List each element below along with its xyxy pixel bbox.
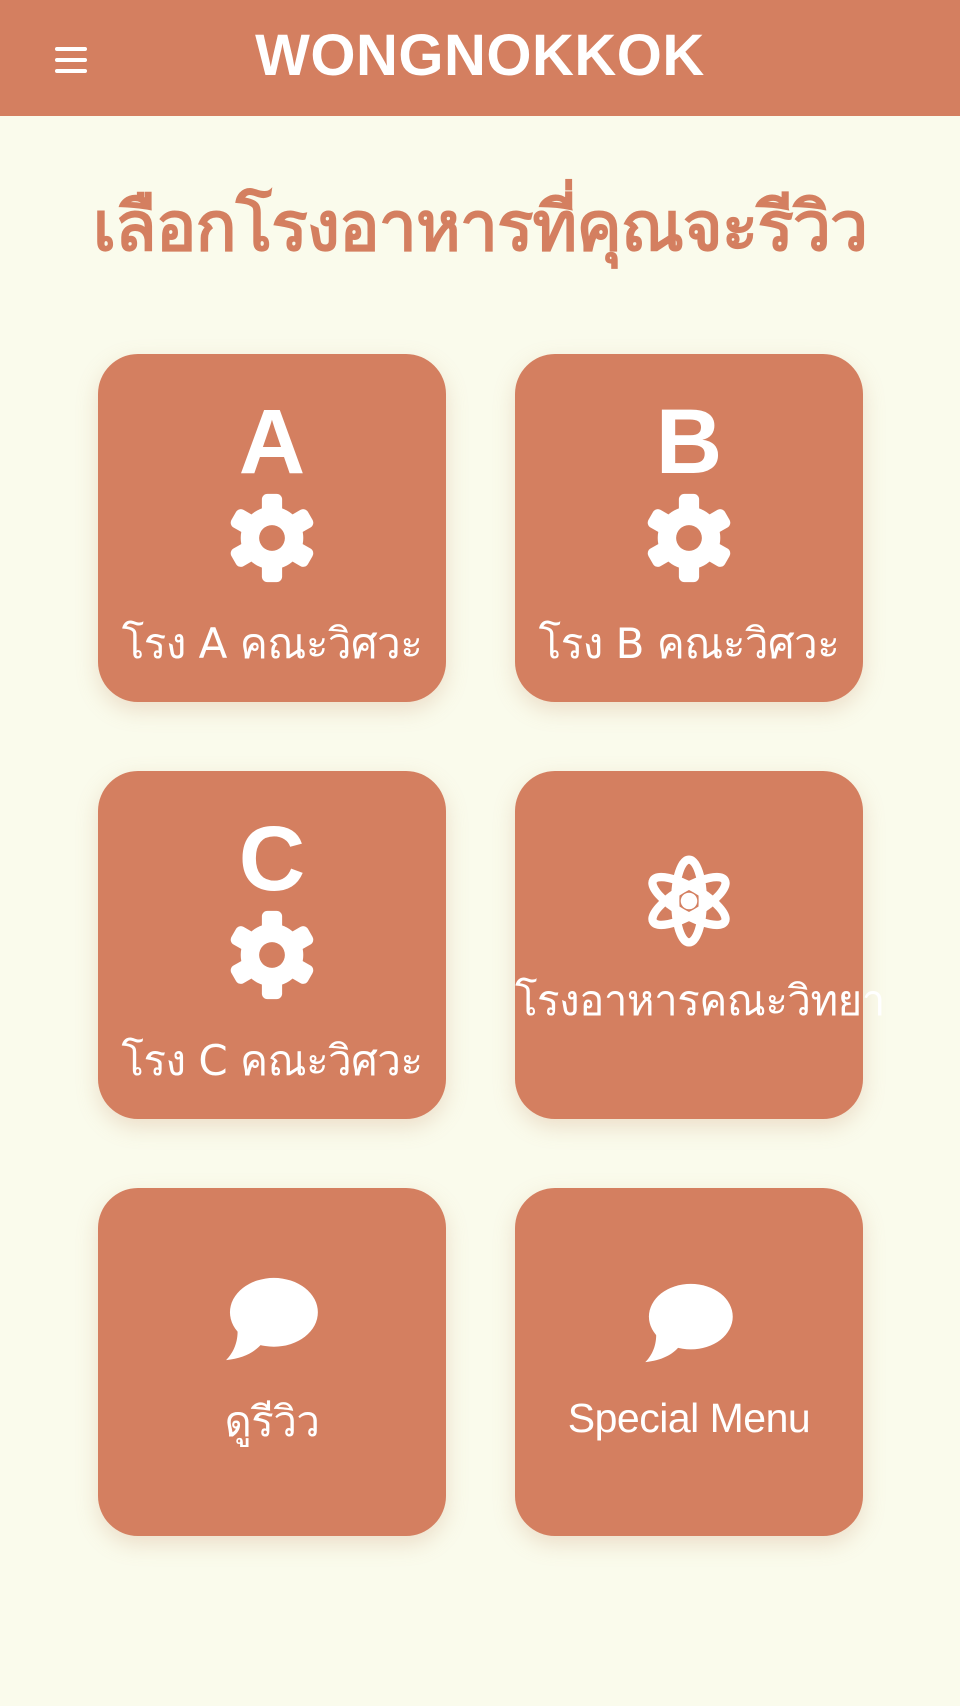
special-menu-card[interactable]: Special Menu xyxy=(515,1188,863,1536)
gear-icon xyxy=(98,492,446,584)
card-label: โรง B คณะวิศวะ xyxy=(538,619,840,668)
card-label: โรงอาหารคณะวิทยา xyxy=(515,976,885,1025)
speech-bubble-icon xyxy=(515,1282,863,1364)
card-letter: A xyxy=(238,391,306,493)
gear-icon xyxy=(515,492,863,584)
speech-bubble-icon xyxy=(98,1276,446,1362)
canteen-card-a[interactable]: A โรง A คณะวิศวะ xyxy=(98,354,446,702)
card-label: โรง A คณะวิศวะ xyxy=(121,619,423,668)
card-letter: C xyxy=(238,808,306,910)
canteen-card-science[interactable]: โรงอาหารคณะวิทยา xyxy=(515,771,885,1119)
atom-icon xyxy=(515,853,863,949)
page-title: เลือกโรงอาหารที่คุณจะรีวิว xyxy=(92,188,868,267)
canteen-card-c[interactable]: C โรง C คณะวิศวะ xyxy=(98,771,446,1119)
app-header: WONGNOKKOK xyxy=(0,0,960,116)
view-reviews-card[interactable]: ดูรีวิว xyxy=(98,1188,446,1536)
card-label: ดูรีวิว xyxy=(224,1397,320,1446)
gear-icon xyxy=(98,909,446,1001)
card-letter: B xyxy=(655,391,723,493)
canteen-card-b[interactable]: B โรง B คณะวิศวะ xyxy=(515,354,863,702)
app-title: WONGNOKKOK xyxy=(255,23,705,88)
card-label: โรง C คณะวิศวะ xyxy=(121,1036,423,1085)
card-label: Special Menu xyxy=(567,1395,811,1441)
